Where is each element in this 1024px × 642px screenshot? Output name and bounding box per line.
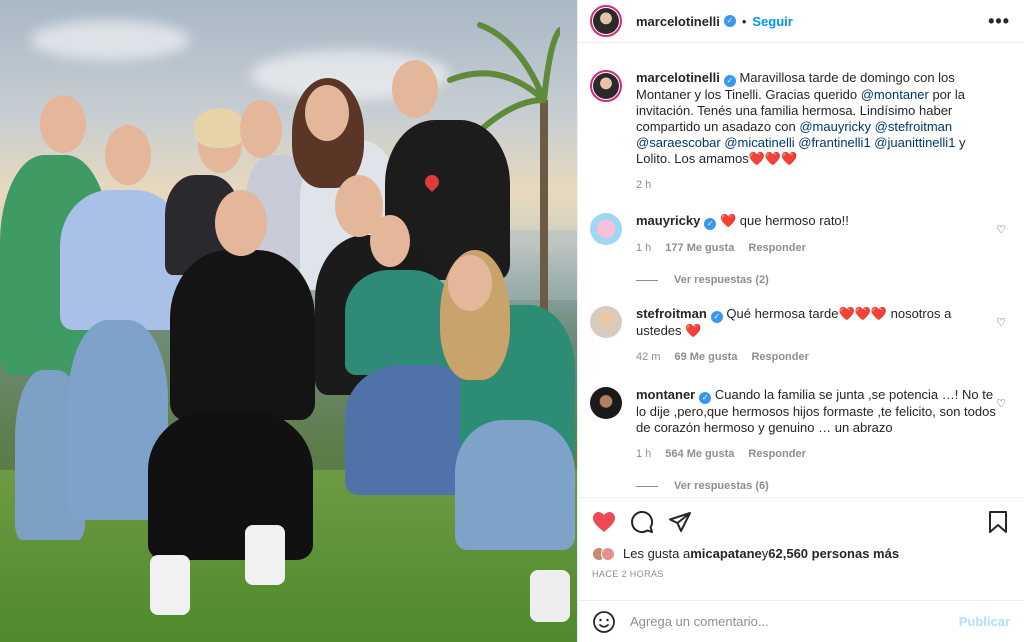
comment-age: 42 m [636,351,661,363]
comment-username[interactable]: stefroitman [636,306,707,321]
hair [194,108,246,148]
heart-icon[interactable] [592,511,616,533]
person-black-pants [148,410,313,560]
like-comment-heart-icon[interactable]: ♡ [996,316,1006,329]
cloud [30,20,190,60]
comment-username[interactable]: mauyricky [636,213,700,228]
child-head [370,215,410,267]
post-actions: Les gusta a micapatane y 62,560 personas… [578,497,1024,579]
post-side-panel: marcelotinelli ✓ • Seguir ••• marcelotin… [577,0,1024,642]
commenter-avatar[interactable] [590,387,622,419]
author-username[interactable]: marcelotinelli [636,14,720,29]
comment-likes[interactable]: 564 Me gusta [665,446,734,462]
person-head [240,100,282,158]
author-avatar[interactable] [590,70,622,102]
publish-button[interactable]: Publicar [959,614,1010,629]
comment-username[interactable]: montaner [636,387,695,402]
person-jeans [455,420,575,550]
person-head [40,95,86,153]
likes-summary: Les gusta a micapatane y 62,560 personas… [592,546,1008,561]
post-time: HACE 2 HORAS [592,569,664,579]
more-icon[interactable]: ••• [988,11,1010,32]
heart-emojis: ❤️❤️❤️ [838,306,887,321]
reply-button[interactable]: Responder [748,240,805,256]
person-head [215,190,267,256]
person-black-tshirt [170,250,315,420]
verified-icon: ✓ [723,15,736,27]
caption-username[interactable]: marcelotinelli [636,70,720,85]
commenter-avatar[interactable] [590,306,622,338]
verified-icon: ✓ [699,392,712,404]
author-avatar[interactable] [590,5,622,37]
view-replies-button[interactable]: Ver respuestas (6) [636,480,1010,492]
comments-list[interactable]: marcelotinelli ✓ Maravillosa tarde de dom… [578,44,1024,497]
comment-likes[interactable]: 69 Me gusta [674,349,737,365]
comment-text: Qué hermosa tarde [726,306,839,321]
bookmark-icon[interactable] [988,511,1008,533]
commenter-avatar[interactable] [590,213,622,245]
verified-icon: ✓ [704,218,717,230]
person-head [448,255,492,311]
child-green-hoodie [345,270,455,375]
comment-item: mauyricky ✓ ❤️ que hermoso rato!! 1 h 177… [590,213,1010,256]
person-head [105,125,151,185]
caption-age: 2 h [636,179,652,191]
comment-likes[interactable]: 177 Me gusta [665,240,734,256]
separator-dot: • [741,13,747,29]
sneaker [530,570,570,622]
caption: marcelotinelli ✓ Maravillosa tarde de dom… [590,70,1010,193]
liker-username[interactable]: micapatane [690,546,762,561]
heart-emojis: ❤️❤️❤️ [748,151,798,166]
heart-emoji: ❤️ [719,213,737,228]
sneaker [150,555,190,615]
verified-icon: ✓ [710,311,723,323]
person-head [305,85,349,141]
reply-button[interactable]: Responder [751,349,808,365]
comment-meta: 42 m 69 Me gusta Responder [636,349,996,365]
reply-button[interactable]: Responder [748,446,805,462]
heart-emoji: ❤️ [685,323,702,338]
verified-icon: ✓ [723,75,736,87]
follow-button[interactable]: Seguir [752,14,792,29]
comment-meta: 1 h 177 Me gusta Responder [636,240,996,256]
like-comment-heart-icon[interactable]: ♡ [996,397,1006,410]
likes-prefix: Les gusta a [623,546,691,561]
comment-text: que hermoso rato!! [739,213,849,228]
comment-input[interactable]: Agrega un comentario... [630,614,769,629]
person-head [392,60,438,118]
comment-item: montaner ✓ Cuando la familia se junta ,se… [590,387,1010,462]
likes-count[interactable]: 62,560 personas más [768,546,899,561]
comment-icon[interactable] [630,510,654,534]
view-replies-button[interactable]: Ver respuestas (2) [636,274,1010,286]
sneaker [245,525,285,585]
comment-item: stefroitman ✓ Qué hermosa tarde❤️❤️❤️ nos… [590,306,1010,365]
comment-age: 1 h [636,448,652,460]
comment-age: 1 h [636,242,652,254]
post-photo[interactable] [0,0,577,642]
share-icon[interactable] [668,510,692,534]
caption-meta: 2 h [636,177,996,193]
post-header: marcelotinelli ✓ • Seguir ••• [578,0,1024,43]
comment-meta: 1 h 564 Me gusta Responder [636,446,996,462]
emoji-icon[interactable] [592,610,616,634]
like-comment-heart-icon[interactable]: ♡ [996,223,1006,236]
liker-avatar [601,546,615,561]
mention-link[interactable]: @montaner [861,87,929,102]
add-comment-bar: Agrega un comentario... Publicar [578,600,1024,642]
